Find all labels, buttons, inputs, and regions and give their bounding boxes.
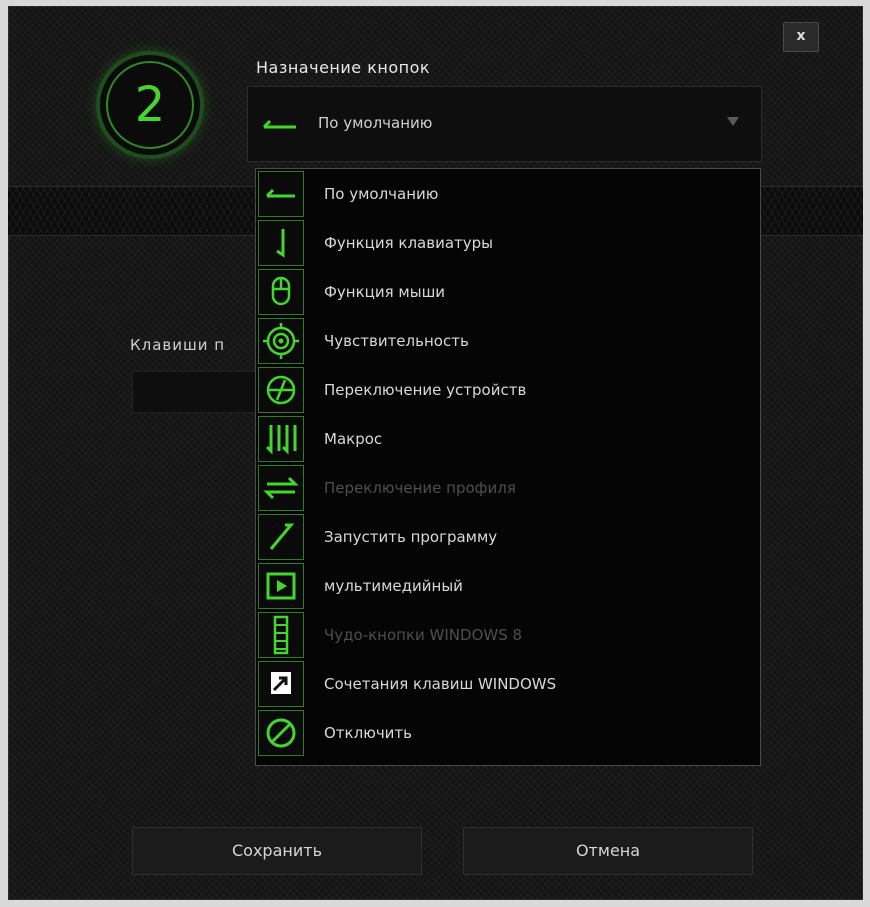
selected-option-label: По умолчанию xyxy=(318,114,433,132)
menu-item-label: Чувствительность xyxy=(324,332,469,350)
menu-item-device-switch[interactable]: Переключение устройств xyxy=(256,366,760,415)
menu-item-launch-program[interactable]: Запустить программу xyxy=(256,513,760,562)
menu-item-macro[interactable]: Макрос xyxy=(256,415,760,464)
button-number: 2 xyxy=(134,77,166,133)
profile-switch-icon xyxy=(258,465,304,511)
menu-item-label: Переключение устройств xyxy=(324,381,527,399)
keys-label: Клавиши п xyxy=(130,336,226,354)
menu-item-mouse-function[interactable]: Функция мыши xyxy=(256,268,760,317)
close-button[interactable]: x xyxy=(783,22,819,52)
keys-input[interactable] xyxy=(132,371,258,413)
menu-item-default[interactable]: По умолчанию xyxy=(256,170,760,219)
section-title: Назначение кнопок xyxy=(256,58,431,77)
multimedia-play-icon xyxy=(258,563,304,609)
menu-item-label: Отключить xyxy=(324,724,413,742)
charms-icon xyxy=(258,612,304,658)
menu-item-windows8-charms: Чудо-кнопки WINDOWS 8 xyxy=(256,611,760,660)
menu-item-label: Функция мыши xyxy=(324,283,446,301)
menu-item-disable[interactable]: Отключить xyxy=(256,709,760,758)
sensitivity-target-icon xyxy=(258,318,304,364)
assignment-dropdown[interactable]: По умолчанию xyxy=(247,86,762,162)
disable-icon xyxy=(258,710,304,756)
launch-program-icon xyxy=(258,514,304,560)
menu-item-label: Чудо-кнопки WINDOWS 8 xyxy=(324,626,523,644)
menu-item-label: Запустить программу xyxy=(324,528,498,546)
menu-item-keyboard-function[interactable]: Функция клавиатуры xyxy=(256,219,760,268)
menu-item-windows-shortcuts[interactable]: Сочетания клавиш WINDOWS xyxy=(256,660,760,709)
button-number-badge: 2 xyxy=(96,51,204,159)
save-button[interactable]: Сохранить xyxy=(132,827,422,875)
menu-item-sensitivity[interactable]: Чувствительность xyxy=(256,317,760,366)
menu-item-label: Сочетания клавиш WINDOWS xyxy=(324,675,557,693)
menu-item-label: мультимедийный xyxy=(324,577,463,595)
chevron-down-icon[interactable] xyxy=(727,117,739,126)
menu-item-multimedia[interactable]: мультимедийный xyxy=(256,562,760,611)
assignment-options-menu: По умолчанию Функция клавиатуры Функция … xyxy=(255,168,761,766)
menu-item-profile-switch: Переключение профиля xyxy=(256,464,760,513)
button-assignment-dialog: x 2 Клавиши п Назначение кнопок По умолч… xyxy=(8,6,863,900)
menu-item-label: Переключение профиля xyxy=(324,479,516,497)
menu-item-label: Макрос xyxy=(324,430,383,448)
default-arrow-icon xyxy=(258,105,300,145)
macro-icon xyxy=(258,416,304,462)
default-arrow-icon xyxy=(258,171,304,217)
device-switch-icon xyxy=(258,367,304,413)
cancel-button[interactable]: Отмена xyxy=(463,827,753,875)
windows-shortcut-icon xyxy=(258,661,304,707)
keyboard-function-icon xyxy=(258,220,304,266)
mouse-icon xyxy=(258,269,304,315)
menu-item-label: По умолчанию xyxy=(324,185,439,203)
menu-item-label: Функция клавиатуры xyxy=(324,234,494,252)
